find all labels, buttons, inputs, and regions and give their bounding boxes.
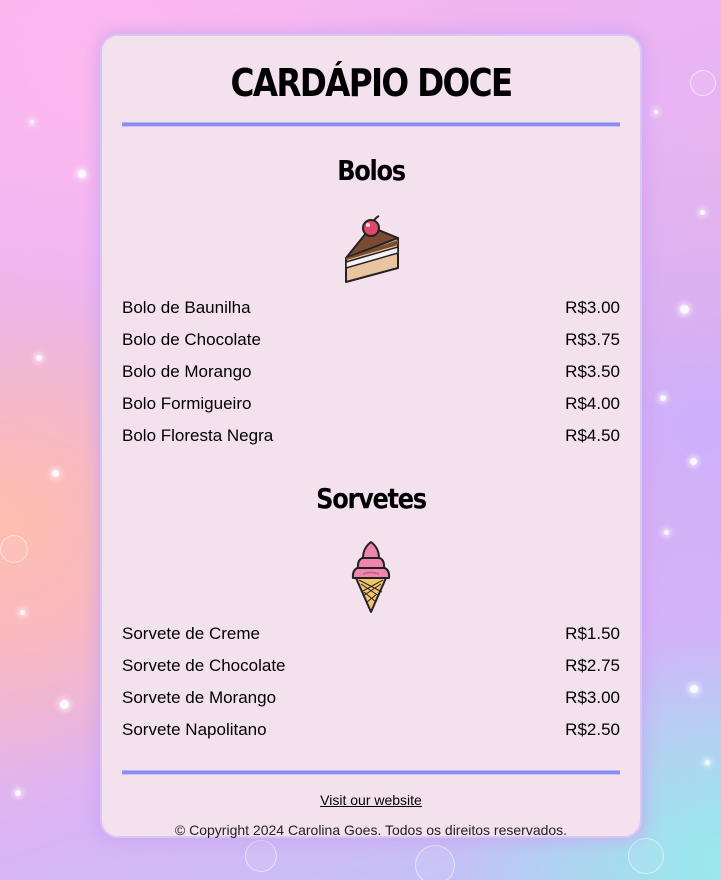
item-name: Sorvete de Morango bbox=[122, 688, 277, 707]
item-name: Bolo de Baunilha bbox=[122, 298, 251, 317]
copyright-text: © Copyright 2024 Carolina Goes. Todos os… bbox=[174, 822, 568, 838]
item-price: R$3.00 bbox=[565, 688, 620, 707]
list-item: Sorvete de Creme R$1.50 bbox=[122, 618, 620, 650]
section-title-bolos: Bolos bbox=[337, 154, 406, 187]
title-divider bbox=[122, 122, 620, 127]
item-price: R$2.50 bbox=[565, 720, 620, 739]
cake-slice-icon bbox=[122, 212, 620, 284]
list-item: Bolo de Chocolate R$3.75 bbox=[122, 324, 620, 356]
list-item: Bolo de Baunilha R$3.00 bbox=[122, 292, 620, 324]
item-name: Bolo de Chocolate bbox=[122, 330, 261, 349]
footer-divider bbox=[122, 770, 620, 775]
bolos-item-list: Bolo de Baunilha R$3.00 Bolo de Chocolat… bbox=[122, 292, 620, 452]
section-title-sorvetes: Sorvetes bbox=[316, 482, 427, 515]
list-item: Bolo de Morango R$3.50 bbox=[122, 356, 620, 388]
item-price: R$3.50 bbox=[565, 362, 620, 381]
item-name: Bolo Formigueiro bbox=[122, 394, 252, 413]
list-item: Sorvete de Morango R$3.00 bbox=[122, 682, 620, 714]
list-item: Bolo Floresta Negra R$4.50 bbox=[122, 420, 620, 452]
section-sorvetes: Sorvetes Sorvete de Creme R$1.50 Sorvete… bbox=[122, 482, 620, 746]
item-price: R$2.75 bbox=[565, 656, 620, 675]
ice-cream-cone-icon bbox=[122, 540, 620, 613]
footer: Visit our website © Copyright 2024 Carol… bbox=[122, 791, 620, 839]
menu-title: CARDÁPIO DOCE bbox=[230, 61, 513, 105]
item-price: R$1.50 bbox=[565, 624, 620, 643]
list-item: Bolo Formigueiro R$4.00 bbox=[122, 388, 620, 420]
item-name: Bolo Floresta Negra bbox=[122, 426, 274, 445]
item-name: Sorvete de Chocolate bbox=[122, 656, 286, 675]
item-price: R$3.00 bbox=[565, 298, 620, 317]
sorvetes-item-list: Sorvete de Creme R$1.50 Sorvete de Choco… bbox=[122, 618, 620, 746]
section-bolos: Bolos Bolo de Baunilha R$3.00 Bolo de Ch… bbox=[122, 154, 620, 452]
item-price: R$3.75 bbox=[565, 330, 620, 349]
item-price: R$4.00 bbox=[565, 394, 620, 413]
item-name: Bolo de Morango bbox=[122, 362, 252, 381]
list-item: Sorvete Napolitano R$2.50 bbox=[122, 714, 620, 746]
menu-card: CARDÁPIO DOCE Bolos Bolo de Baunilha R$3… bbox=[100, 34, 642, 838]
item-name: Sorvete Napolitano bbox=[122, 720, 267, 739]
list-item: Sorvete de Chocolate R$2.75 bbox=[122, 650, 620, 682]
website-link[interactable]: Visit our website bbox=[122, 791, 620, 809]
item-name: Sorvete de Creme bbox=[122, 624, 260, 643]
item-price: R$4.50 bbox=[565, 426, 620, 445]
